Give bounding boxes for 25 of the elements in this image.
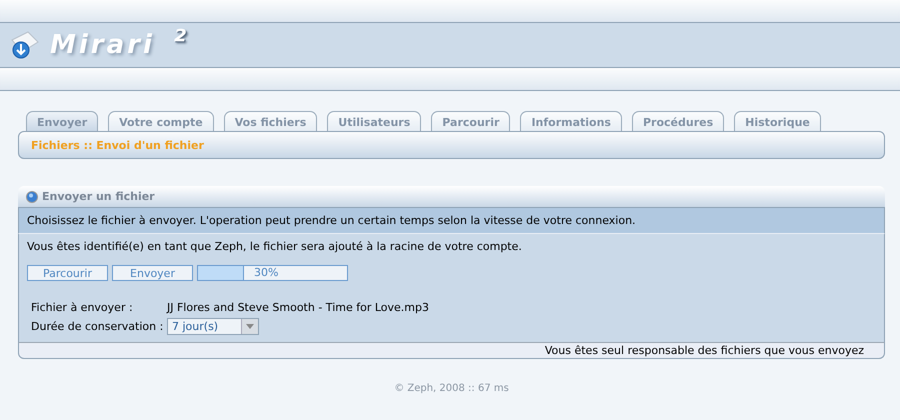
- copyright-text: © Zeph, 2008 :: 67 ms: [394, 383, 509, 394]
- nav-tab[interactable]: Utilisateurs: [327, 111, 422, 131]
- logo-text: Mirari: [50, 30, 155, 60]
- form-button[interactable]: Envoyer: [112, 265, 193, 281]
- duration-label: Durée de conservation :: [31, 320, 164, 333]
- nav-tab[interactable]: Procédures: [632, 111, 724, 131]
- file-label: Fichier à envoyer :: [31, 301, 134, 314]
- identity-text: Vous êtes identifié(e) en tant que Zeph, le fichier sera ajouté à la racine de votre compte.: [27, 240, 522, 253]
- nav-tab[interactable]: Historique: [734, 111, 821, 131]
- notice-text: Choisissez le fichier à envoyer. L'operation peut prendre un certain temps selon la vitesse de votre connexion.: [18, 208, 885, 234]
- breadcrumb: Fichiers :: Envoi d'un fichier: [31, 138, 204, 152]
- nav-tab[interactable]: Envoyer: [26, 111, 98, 131]
- duration-select[interactable]: 7 jour(s): [167, 318, 259, 335]
- nav-tab[interactable]: Vos fichiers: [224, 111, 318, 131]
- globe-icon: [26, 190, 38, 202]
- progress-reading: 30%: [254, 266, 278, 279]
- nav-tab[interactable]: Votre compte: [108, 111, 214, 131]
- panel-title: Envoyer un fichier: [42, 190, 155, 203]
- nav-tab[interactable]: Informations: [520, 111, 622, 131]
- file-name: JJ Flores and Steve Smooth - Time for Love.mp3: [167, 301, 430, 314]
- form-button[interactable]: Parcourir: [27, 265, 108, 281]
- logo-superscript: ²: [172, 27, 186, 57]
- footer-text: Vous êtes seul responsable des fichiers que vous envoyez: [544, 344, 864, 357]
- nav-tab[interactable]: Parcourir: [431, 111, 510, 131]
- caret-icon: [246, 324, 254, 329]
